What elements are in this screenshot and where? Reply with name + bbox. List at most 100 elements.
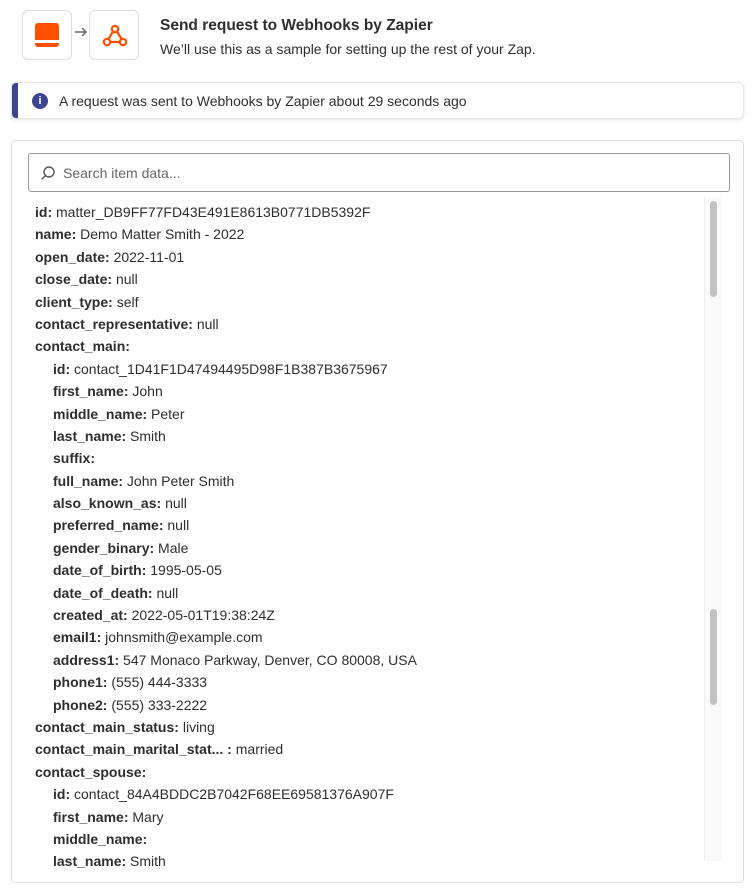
- item-separator: :: [188, 315, 193, 332]
- search-icon: [41, 166, 55, 180]
- item-value: johnsmith@example.com: [105, 629, 263, 646]
- item-key: first_name: [53, 808, 124, 825]
- list-item[interactable]: middle_name:: [12, 828, 702, 850]
- item-key: preferred_name: [53, 517, 159, 534]
- item-separator: :: [123, 383, 129, 400]
- item-separator: :: [123, 808, 129, 825]
- item-key: first_name: [53, 383, 124, 400]
- item-value: 2022-05-01T19:38:24Z: [131, 607, 275, 624]
- item-key: id: [35, 204, 48, 220]
- item-separator: :: [125, 338, 130, 355]
- item-separator: :: [96, 629, 102, 646]
- item-value: (555) 444-3333: [111, 674, 208, 691]
- item-key: contact_representative: [35, 315, 189, 332]
- list-item[interactable]: also_known_as: null: [12, 492, 702, 514]
- request-sent-notice: i A request was sent to Webhooks by Zapi…: [11, 82, 744, 119]
- search-box[interactable]: [28, 153, 730, 192]
- item-separator: :: [118, 472, 124, 489]
- scrollbar-thumb-top[interactable]: [710, 201, 717, 297]
- list-item[interactable]: address1: 547 Monaco Parkway, Denver, CO…: [12, 649, 702, 671]
- item-separator: :: [149, 539, 155, 556]
- step-header: Send request to Webhooks by Zapier We’ll…: [22, 10, 742, 64]
- list-item[interactable]: open_date: 2022-11-01: [12, 246, 702, 268]
- webhooks-icon: [102, 24, 128, 47]
- item-value: John Peter Smith: [126, 472, 235, 489]
- search-input[interactable]: [63, 162, 713, 184]
- page-title: Send request to Webhooks by Zapier: [160, 17, 433, 34]
- list-item[interactable]: phone1: (555) 444-3333: [12, 671, 702, 693]
- item-separator: :: [105, 248, 110, 265]
- item-key: id: [53, 360, 66, 377]
- item-value: living: [182, 718, 215, 735]
- item-separator: :: [107, 271, 113, 288]
- arrow-right-icon: [72, 26, 89, 38]
- list-item[interactable]: last_name: Smith: [12, 425, 702, 447]
- item-separator: :: [147, 584, 153, 601]
- item-value: (555) 333-2222: [111, 696, 208, 713]
- item-key: email1: [53, 629, 97, 646]
- item-value: 547 Monaco Parkway, Denver, CO 80008, US…: [123, 651, 417, 668]
- list-item[interactable]: contact_representative: null: [12, 313, 702, 335]
- item-value: contact_1D41F1D47494495D98F1B387B3675967: [74, 360, 388, 377]
- list-item[interactable]: created_at: 2022-05-01T19:38:24Z: [12, 604, 702, 626]
- target-app-icon: [89, 10, 139, 60]
- item-separator: :: [90, 450, 96, 467]
- list-item[interactable]: last_name: Smith: [12, 850, 702, 872]
- item-separator: :: [123, 607, 128, 624]
- item-key: contact_main_marital_stat...: [35, 741, 224, 758]
- list-item[interactable]: date_of_birth: 1995-05-05: [12, 559, 702, 581]
- item-separator: :: [121, 853, 127, 870]
- scrollbar-thumb[interactable]: [710, 609, 717, 705]
- notice-text: A request was sent to Webhooks by Zapier…: [59, 93, 467, 109]
- list-item[interactable]: first_name: John: [12, 380, 702, 402]
- item-separator: :: [141, 562, 147, 579]
- item-key: last_name: [53, 853, 122, 870]
- item-separator: :: [174, 718, 179, 735]
- item-value: contact_84A4BDDC2B7042F68EE69581376A907F: [74, 786, 394, 803]
- scrollbar[interactable]: [704, 197, 722, 861]
- info-icon: i: [32, 93, 48, 109]
- item-value: married: [235, 741, 284, 758]
- item-separator: :: [102, 674, 108, 691]
- list-item[interactable]: contact_spouse:: [12, 761, 702, 783]
- item-separator: :: [223, 741, 232, 758]
- item-value: Peter: [151, 405, 185, 422]
- notice-accent-bar: [12, 83, 18, 118]
- item-key: date_of_birth: [53, 562, 142, 579]
- item-value: null: [115, 271, 138, 288]
- list-item[interactable]: phone2: (555) 333-2222: [12, 694, 702, 716]
- list-item[interactable]: id: contact_1D41F1D47494495D98F1B387B367…: [12, 358, 702, 380]
- list-item[interactable]: client_type: self: [12, 291, 702, 313]
- item-data-panel: id: matter_DB9FF77FD43E491E8613B0771DB53…: [11, 140, 744, 883]
- list-item[interactable]: preferred_name: null: [12, 514, 702, 536]
- item-separator: :: [71, 226, 77, 243]
- list-item[interactable]: close_date: null: [12, 268, 702, 290]
- list-item[interactable]: middle_name: Peter: [12, 403, 702, 425]
- item-value: null: [156, 584, 179, 601]
- list-item[interactable]: name: Demo Matter Smith - 2022: [12, 223, 702, 245]
- item-separator: :: [142, 830, 148, 847]
- item-key: created_at: [53, 607, 124, 624]
- list-item[interactable]: id: matter_DB9FF77FD43E491E8613B0771DB53…: [12, 201, 702, 223]
- list-item[interactable]: date_of_death: null: [12, 582, 702, 604]
- item-value: null: [167, 517, 190, 534]
- list-item[interactable]: gender_binary: Male: [12, 537, 702, 559]
- list-item[interactable]: contact_main:: [12, 335, 702, 357]
- item-key: gender_binary: [53, 539, 150, 556]
- list-item[interactable]: email1: johnsmith@example.com: [12, 626, 702, 648]
- list-item[interactable]: suffix:: [12, 447, 702, 469]
- item-data-list[interactable]: id: matter_DB9FF77FD43E491E8613B0771DB53…: [12, 201, 702, 882]
- list-item[interactable]: contact_main_marital_stat... : married: [12, 738, 702, 760]
- list-item[interactable]: contact_main_status: living: [12, 716, 702, 738]
- list-item[interactable]: full_name: John Peter Smith: [12, 470, 702, 492]
- item-separator: :: [102, 696, 108, 713]
- item-key: name: [35, 226, 72, 243]
- item-key: client_type: [35, 293, 109, 310]
- list-item[interactable]: id: contact_84A4BDDC2B7042F68EE69581376A…: [12, 783, 702, 805]
- item-value: null: [165, 495, 187, 512]
- item-separator: :: [121, 427, 127, 444]
- list-item[interactable]: first_name: Mary: [12, 806, 702, 828]
- item-key: contact_spouse: [35, 763, 142, 780]
- item-key: date_of_death: [53, 584, 148, 601]
- item-separator: :: [158, 517, 164, 534]
